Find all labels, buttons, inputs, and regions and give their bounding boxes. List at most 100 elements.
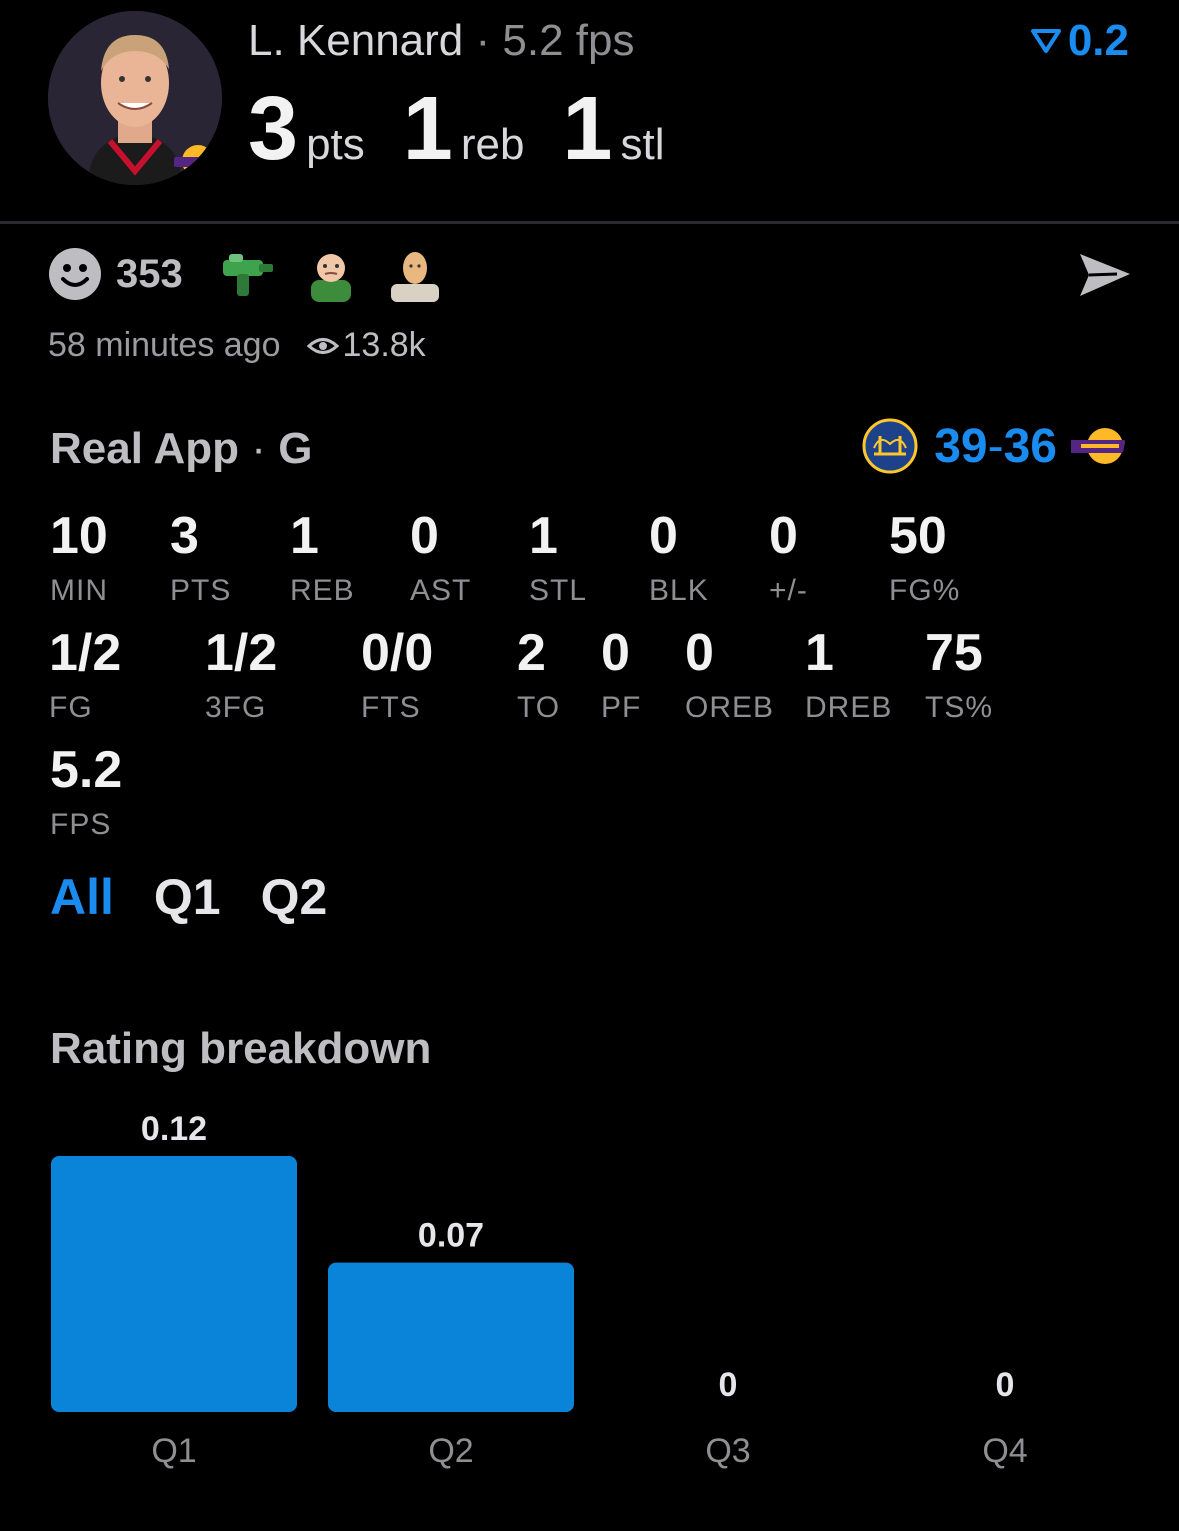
rating-badge[interactable]: 0.2: [1030, 16, 1129, 66]
away-score: 36: [1003, 419, 1057, 473]
stat-value: 0: [685, 624, 714, 682]
bar-value-label: 0.12: [141, 1110, 207, 1148]
stat-label: +/-: [769, 574, 808, 607]
warriors-logo-icon: [862, 418, 918, 474]
player-fps: 5.2 fps: [502, 16, 635, 65]
stat-value: 0: [601, 624, 630, 682]
tab-q2[interactable]: Q2: [261, 868, 328, 926]
views-count: 13.8k: [306, 326, 426, 365]
game-label-separator: ·: [251, 424, 266, 473]
bar-q1[interactable]: [51, 1156, 297, 1412]
x-tick-label: Q4: [982, 1432, 1027, 1470]
rating-chevron-icon: [1030, 29, 1061, 53]
player-position: G: [278, 424, 313, 473]
stat-value: 1: [290, 507, 319, 565]
rating-bar-chart: 0.12 Q1 0.07 Q2 0 Q3 0 Q4: [51, 1110, 1028, 1470]
bar-value-label: 0: [996, 1366, 1015, 1404]
stat-value: 0: [649, 507, 678, 565]
stat-value: 0: [769, 507, 798, 565]
stat-pts: 3 PTS: [170, 510, 231, 608]
headline-reb-value: 1: [402, 79, 453, 179]
rating-breakdown-chart: 0.12 Q1 0.07 Q2 0 Q3 0 Q4: [0, 1090, 1179, 1531]
headline-stats: 3 pts 1 reb 1 stl: [248, 78, 702, 181]
bar-value-label: 0: [719, 1366, 738, 1404]
stat-min: 10 MIN: [50, 510, 108, 608]
bar-q2[interactable]: [328, 1262, 574, 1412]
stat-value: 50: [889, 507, 947, 565]
stat-to: 2 TO: [517, 627, 560, 725]
header-divider: [0, 221, 1179, 224]
game-score[interactable]: 39 - 36: [862, 418, 1131, 474]
game-label: Real App · G: [50, 424, 312, 474]
headline-reb-unit: reb: [460, 120, 525, 169]
bald-head-emoji-icon[interactable]: [387, 246, 443, 302]
stat-oreb: 0 OREB: [685, 627, 774, 725]
x-tick-label: Q2: [428, 1432, 473, 1470]
eye-icon: [306, 337, 339, 354]
stat-label: FG%: [889, 574, 961, 607]
stat-label: REB: [290, 574, 355, 607]
title-separator: ·: [475, 16, 491, 65]
stat-label: BLK: [649, 574, 709, 607]
water-gun-emoji-icon[interactable]: [219, 246, 275, 302]
stat-value: 1/2: [205, 624, 278, 682]
reactions-row: 353: [48, 244, 471, 304]
bar-value-label: 0.07: [418, 1217, 484, 1255]
stat-fg-pct: 50 FG%: [889, 510, 960, 608]
player-title: L. Kennard · 5.2 fps: [248, 16, 635, 66]
stat-value: 10: [50, 507, 108, 565]
stat-value: 75: [925, 624, 983, 682]
headline-pts-unit: pts: [306, 120, 365, 169]
stat-value: 1: [529, 507, 558, 565]
rating-value: 0.2: [1067, 16, 1129, 65]
stat-stl: 1 STL: [529, 510, 587, 608]
headline-pts-value: 3: [248, 79, 298, 179]
stat-label: DREB: [805, 691, 893, 724]
stat-label: OREB: [685, 691, 775, 724]
stat-label: PF: [601, 691, 642, 724]
stat-value: 0: [410, 507, 439, 565]
reaction-count[interactable]: 353: [116, 252, 183, 297]
period-tabs: All Q1 Q2: [50, 868, 327, 926]
stat-ts-pct: 75 TS%: [925, 627, 993, 725]
stat-dreb: 1 DREB: [805, 627, 892, 725]
lakers-logo-icon: [1071, 428, 1126, 464]
stat-label: 3FG: [205, 691, 267, 724]
headline-stl-value: 1: [562, 79, 612, 179]
x-tick-label: Q1: [151, 1432, 196, 1470]
post-meta: 58 minutes ago 13.8k: [48, 326, 426, 365]
stat-value: 1/2: [49, 624, 122, 682]
stat-value: 3: [170, 507, 199, 565]
stat-label: FTS: [361, 691, 421, 724]
stat-label: AST: [410, 574, 472, 607]
player-avatar[interactable]: [48, 11, 222, 185]
stat-label: STL: [529, 574, 588, 607]
home-score: 39: [934, 419, 988, 473]
stat-label: MIN: [50, 574, 108, 607]
x-tick-label: Q3: [705, 1432, 750, 1470]
stat-ast: 0 AST: [410, 510, 471, 608]
stat-fps: 5.2 FPS: [50, 744, 122, 842]
stat-blk: 0 BLK: [649, 510, 709, 608]
success-kid-emoji-icon[interactable]: [303, 246, 359, 302]
stat-label: PTS: [170, 574, 232, 607]
share-send-icon[interactable]: [1077, 250, 1133, 300]
tab-q1[interactable]: Q1: [154, 868, 221, 926]
stat-pf: 0 PF: [601, 627, 641, 725]
smiley-reaction-icon[interactable]: [48, 247, 102, 301]
player-name[interactable]: L. Kennard: [248, 16, 463, 65]
stat-reb: 1 REB: [290, 510, 355, 608]
stat-label: FPS: [50, 808, 112, 841]
stat-value: 2: [517, 624, 546, 682]
tab-all[interactable]: All: [50, 868, 114, 926]
views-value: 13.8k: [342, 326, 426, 364]
stat-label: TO: [517, 691, 561, 724]
stat-label: TS%: [925, 691, 994, 724]
stat-label: FG: [49, 691, 93, 724]
score-separator: -: [987, 419, 1004, 473]
time-ago: 58 minutes ago: [48, 326, 281, 364]
stat-3fg: 1/2 3FG: [205, 627, 277, 725]
stat-value: 1: [805, 624, 834, 682]
headline-stl-unit: stl: [620, 120, 665, 169]
stat-value: 0/0: [361, 624, 434, 682]
